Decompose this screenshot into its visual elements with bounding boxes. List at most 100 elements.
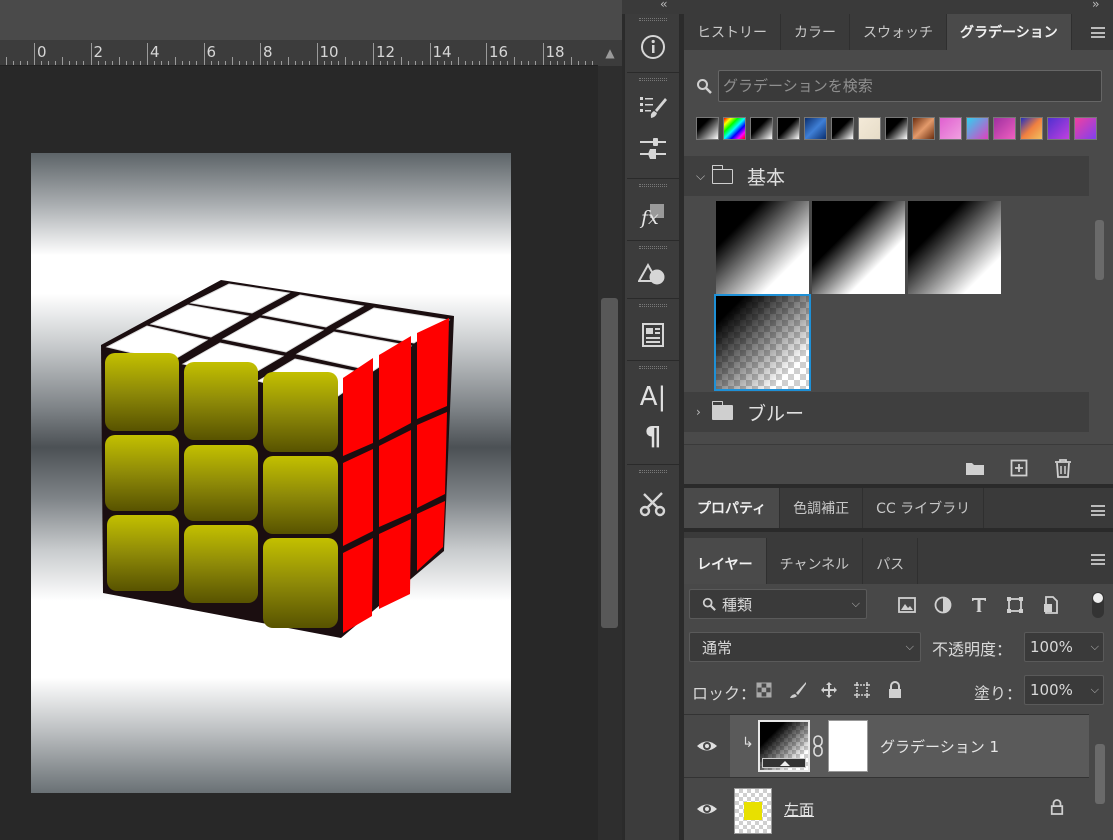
character-icon[interactable]: A| [625, 380, 681, 414]
tab-layers[interactable]: レイヤー [684, 538, 767, 590]
document-canvas[interactable] [31, 153, 511, 793]
gradient-list-scrollbar[interactable] [1090, 170, 1108, 440]
adjustments-icon[interactable] [625, 132, 681, 166]
swatch-orange-blue-gradient[interactable] [1020, 117, 1043, 140]
type-filter-icon[interactable] [968, 594, 990, 616]
strip-grip[interactable] [639, 184, 667, 187]
new-group-icon[interactable] [964, 457, 986, 479]
layers-scrollbar[interactable] [1092, 736, 1108, 840]
swatch-rainbow-gradient[interactable] [723, 117, 746, 140]
lock-all-icon[interactable] [884, 679, 906, 701]
swatch-copper-gradient[interactable] [912, 117, 935, 140]
panel-menu-icon[interactable] [1091, 554, 1105, 565]
tab-color[interactable]: カラー [781, 14, 850, 50]
tab-history[interactable]: ヒストリー [684, 14, 781, 50]
fill-input[interactable]: 100% ⌵ [1024, 675, 1104, 705]
ruler-label: 6 [206, 43, 217, 61]
scrollbar-thumb[interactable] [601, 298, 618, 628]
gradient-thumbnail[interactable] [812, 201, 905, 294]
panel-menu-icon[interactable] [1091, 27, 1105, 38]
layer-row[interactable]: ↳ グラデーション 1 [684, 714, 1089, 777]
layer-name[interactable]: グラデーション 1 [880, 736, 999, 757]
gradient-group-blue[interactable]: › ブルー [684, 392, 1089, 432]
strip-grip[interactable] [639, 246, 667, 249]
fx-icon[interactable]: fx [625, 198, 681, 232]
gradient-search-input[interactable] [718, 70, 1102, 102]
swatch-violet-gradient[interactable] [1047, 117, 1070, 140]
gradient-thumbnail-selected[interactable] [714, 294, 811, 391]
image-filter-icon[interactable] [896, 594, 918, 616]
layer-row[interactable]: 左面 [684, 777, 1089, 839]
ruler-minor-tick [337, 61, 339, 65]
gradient-group-basic[interactable]: ⌵ 基本 [684, 156, 1089, 196]
layer-name[interactable]: 左面 [784, 799, 814, 820]
tab-swatches[interactable]: スウォッチ [850, 14, 947, 50]
swatch-violet-pink-gradient[interactable] [993, 117, 1016, 140]
shape-filter-icon[interactable] [1004, 594, 1026, 616]
swatch-pink-violet-gradient[interactable] [1074, 117, 1097, 140]
scrollbar-thumb[interactable] [1095, 744, 1105, 804]
gradient-fill-thumbnail[interactable] [758, 720, 810, 772]
swatch-pink-gradient[interactable] [939, 117, 962, 140]
chevron-down-icon[interactable]: ⌵ [1091, 640, 1099, 654]
document-icon[interactable] [625, 318, 681, 352]
swatch-black-white-gradient[interactable] [696, 117, 719, 140]
tab-properties[interactable]: プロパティ [684, 488, 781, 528]
tab-channels[interactable]: チャンネル [767, 538, 864, 590]
swatch-black-gradient[interactable] [885, 117, 908, 140]
lock-position-icon[interactable] [818, 679, 840, 701]
tab-adjustments[interactable]: 色調補正 [780, 488, 864, 528]
tab-paths[interactable]: パス [863, 538, 919, 590]
info-icon[interactable] [625, 30, 681, 64]
strip-grip[interactable] [639, 78, 667, 81]
lock-pixels-icon[interactable] [787, 679, 809, 701]
swatch-cream-gradient[interactable] [858, 117, 881, 140]
strip-grip[interactable] [639, 304, 667, 307]
ruler-minor-tick [309, 61, 311, 65]
layer-mask-thumbnail[interactable] [828, 720, 868, 772]
collapse-left-icon[interactable]: ‹‹ [660, 0, 667, 11]
layer-thumbnail[interactable] [734, 788, 772, 834]
scroll-up-icon[interactable]: ▲ [598, 40, 622, 66]
character-icon-label: A| [639, 382, 667, 412]
smart-object-filter-icon[interactable] [1040, 594, 1062, 616]
adjustment-filter-icon[interactable] [932, 594, 954, 616]
strip-grip[interactable] [639, 366, 667, 369]
eye-icon[interactable] [696, 798, 718, 820]
swatch-cyan-magenta-gradient[interactable] [966, 117, 989, 140]
lock-artboard-icon[interactable] [851, 679, 873, 701]
link-icon[interactable] [812, 735, 824, 757]
shapes-icon[interactable] [625, 258, 681, 292]
swatch-black-gradient[interactable] [831, 117, 854, 140]
canvas-vertical-scrollbar[interactable] [598, 66, 622, 840]
brush-settings-icon[interactable] [625, 90, 681, 124]
tab-cc-libraries[interactable]: CC ライブラリ [863, 488, 985, 528]
gradient-thumbnail[interactable] [908, 201, 1001, 294]
strip-grip[interactable] [639, 18, 667, 21]
chevron-down-icon[interactable]: ⌵ [696, 169, 706, 184]
swatch-blue-gradient[interactable] [804, 117, 827, 140]
panel-menu-icon[interactable] [1091, 505, 1105, 516]
chevron-down-icon[interactable]: ⌵ [1091, 683, 1099, 697]
swatch-black-gradient[interactable] [750, 117, 773, 140]
paragraph-icon[interactable]: ¶ [625, 420, 681, 454]
ruler-minor-tick [132, 61, 134, 65]
new-gradient-icon[interactable] [1008, 457, 1030, 479]
tab-gradients[interactable]: グラデーション [947, 14, 1072, 50]
scrollbar-thumb[interactable] [1095, 220, 1104, 280]
blend-mode-select[interactable]: 通常 ⌵ [689, 632, 921, 662]
swatch-black-gradient[interactable] [777, 117, 800, 140]
opacity-input[interactable]: 100% ⌵ [1024, 632, 1104, 662]
filter-toggle[interactable] [1092, 592, 1104, 618]
tool-presets-icon[interactable] [625, 486, 681, 520]
ruler-minor-tick [507, 61, 509, 65]
trash-icon[interactable] [1052, 457, 1074, 479]
canvas-area[interactable]: 0 2 4 6 8 10 12 14 16 18 ▲ [0, 0, 622, 840]
eye-icon[interactable] [696, 735, 718, 757]
collapse-right-icon[interactable]: ›› [1092, 0, 1099, 11]
gradient-thumbnail[interactable] [716, 201, 809, 294]
layer-filter-kind-select[interactable]: 種類 ⌵ [689, 589, 867, 619]
lock-transparent-icon[interactable] [753, 679, 775, 701]
chevron-right-icon[interactable]: › [696, 405, 706, 419]
strip-grip[interactable] [639, 470, 667, 473]
